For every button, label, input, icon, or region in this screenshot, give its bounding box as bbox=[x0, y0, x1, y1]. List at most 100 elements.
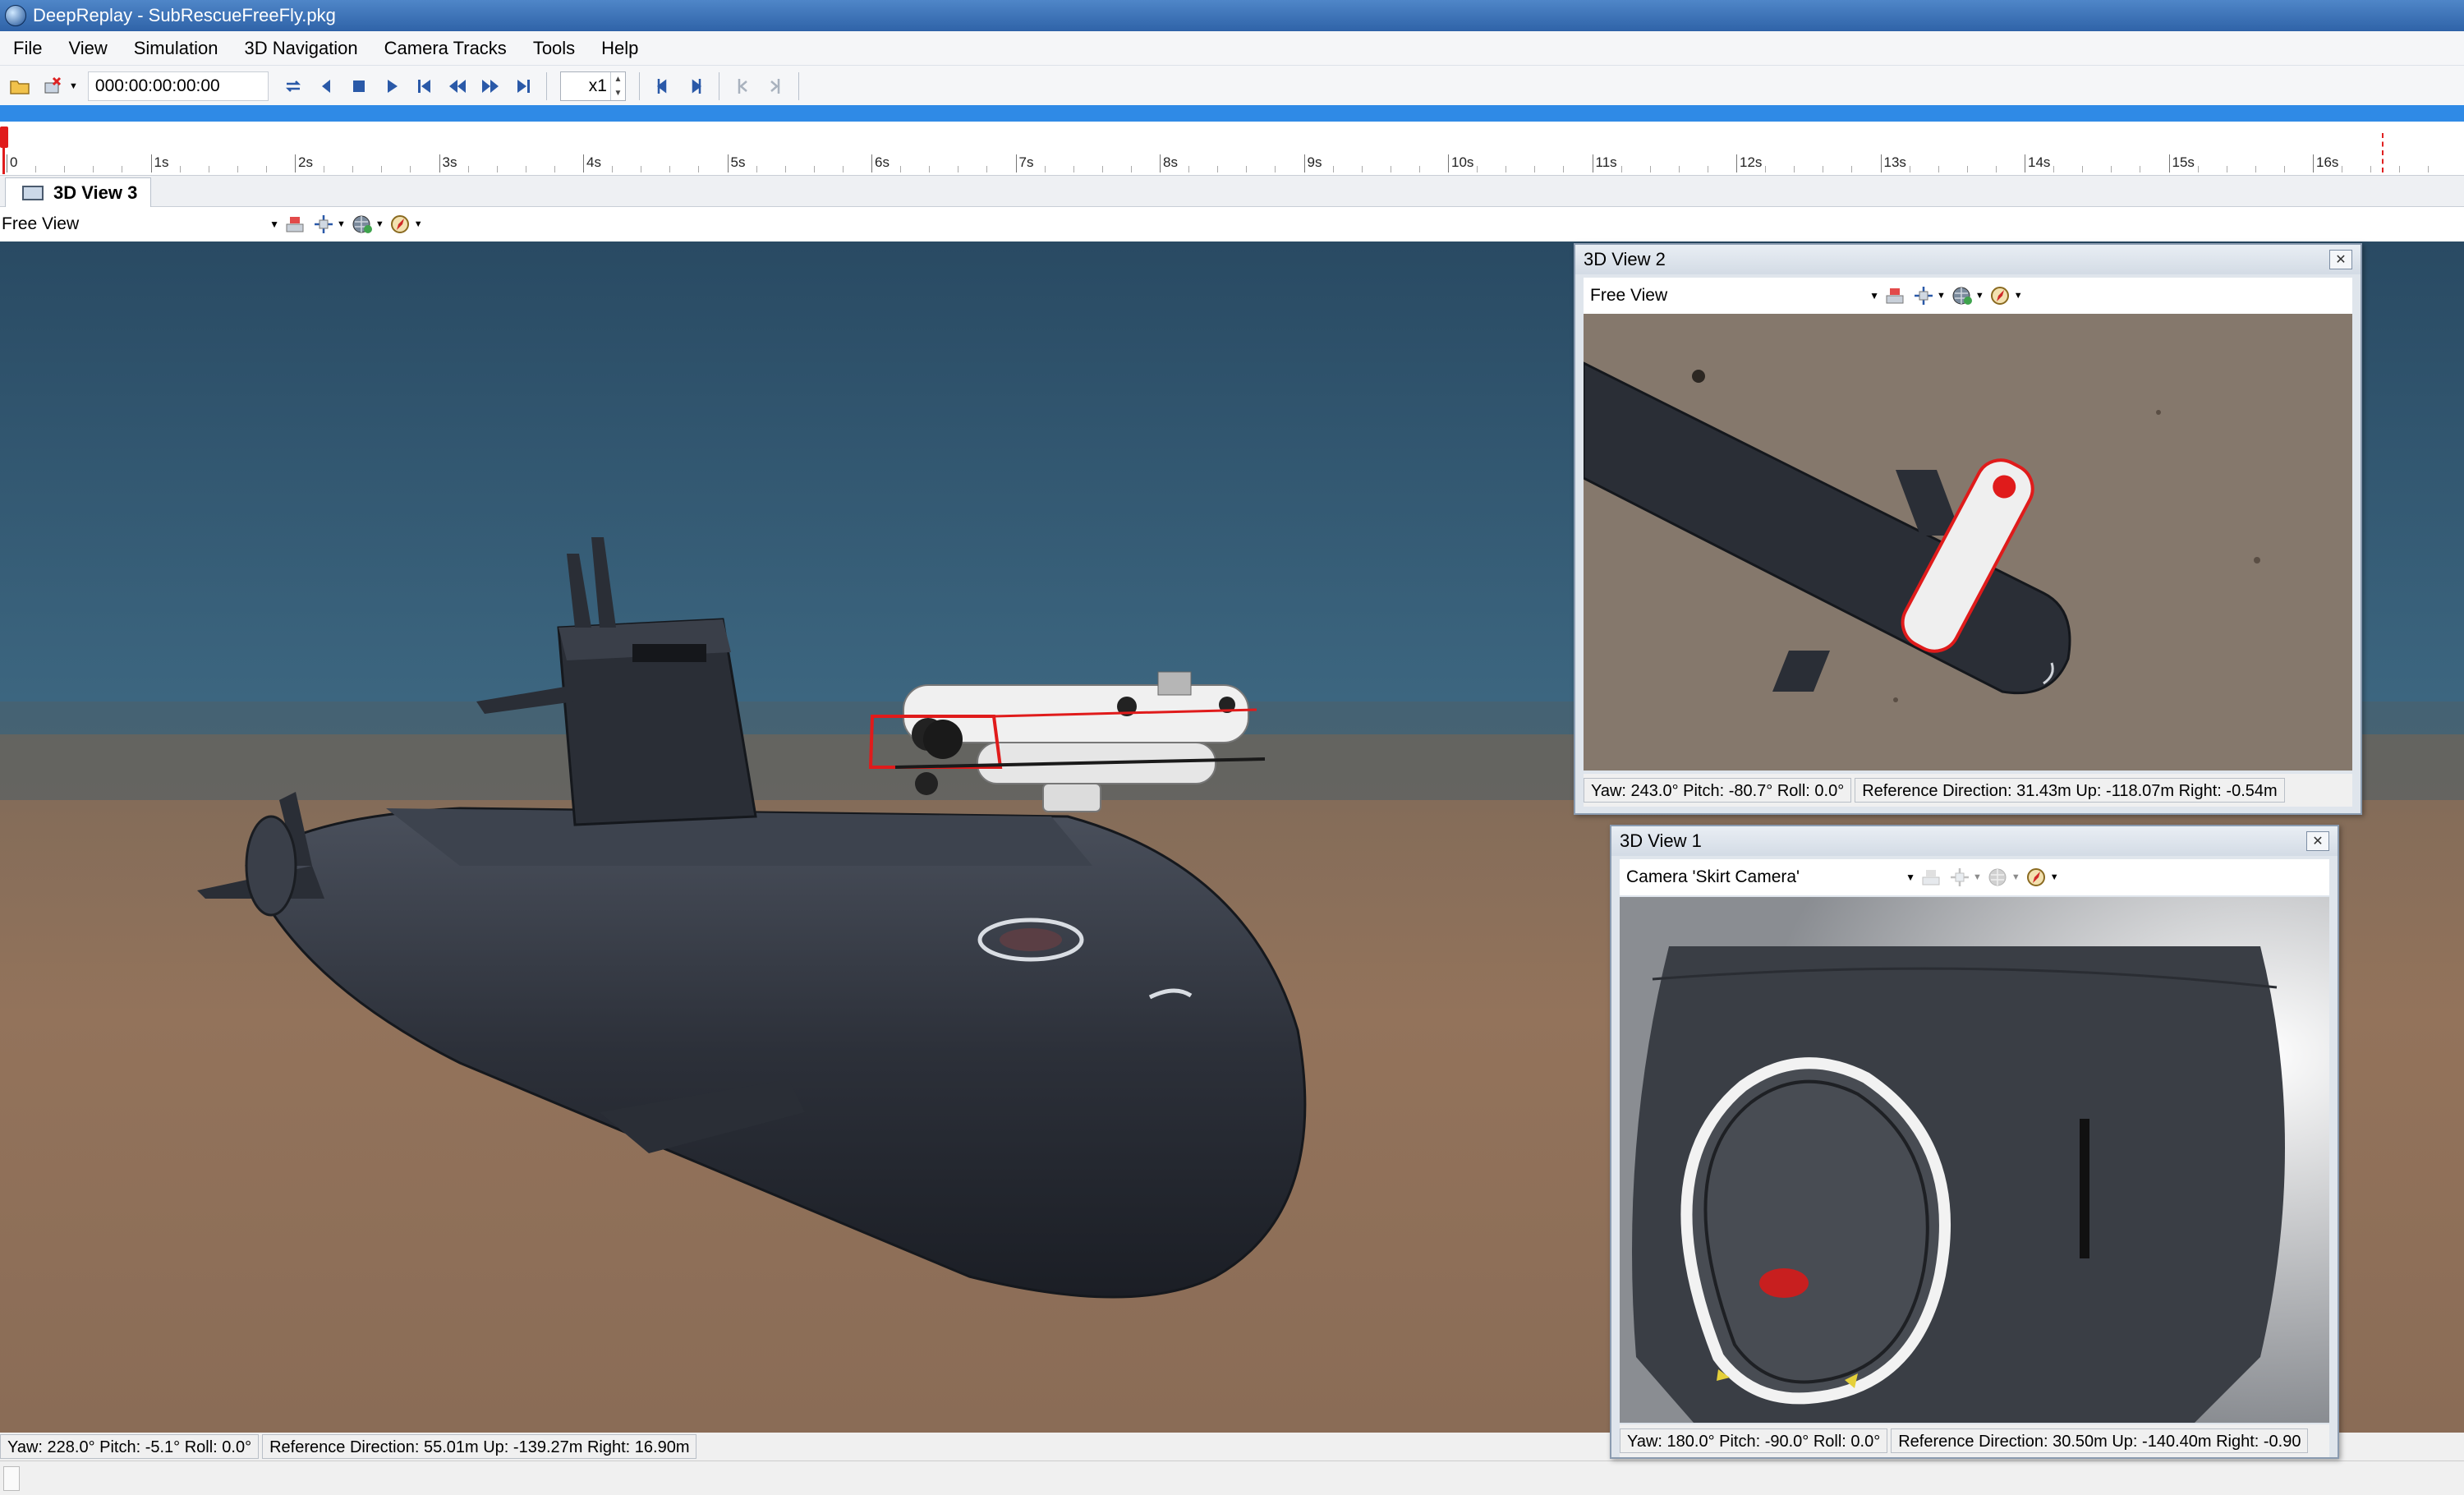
loop-icon[interactable] bbox=[279, 72, 307, 100]
globe-tool[interactable]: ▼ bbox=[1951, 285, 1984, 306]
timeline-tick-label: 8s bbox=[1163, 154, 1178, 170]
move-tool[interactable]: ▼ bbox=[312, 214, 346, 235]
next-mark-icon[interactable] bbox=[761, 72, 789, 100]
stop-icon[interactable] bbox=[345, 72, 373, 100]
spin-down-icon[interactable]: ▼ bbox=[611, 86, 625, 100]
view3-position-readout: Reference Direction: 55.01m Up: -139.27m… bbox=[262, 1434, 697, 1459]
timeline-tick-label: 0 bbox=[10, 154, 18, 170]
timecode-field[interactable]: 000:00:00:00:00 bbox=[87, 71, 269, 101]
timeline-minor-tick bbox=[381, 166, 383, 172]
close-icon[interactable]: ✕ bbox=[2329, 250, 2352, 269]
view1-status-bar: Yaw: 180.0° Pitch: -90.0° Roll: 0.0° Ref… bbox=[1620, 1424, 2329, 1457]
menu-file[interactable]: File bbox=[0, 31, 55, 66]
title-bar: DeepReplay - SubRescueFreeFly.pkg bbox=[0, 0, 2464, 31]
step-back-icon[interactable] bbox=[312, 72, 340, 100]
close-file-icon[interactable] bbox=[39, 72, 67, 100]
timeline-minor-tick bbox=[1620, 166, 1622, 172]
mark-out-icon[interactable] bbox=[682, 72, 710, 100]
timeline-minor-tick bbox=[2428, 166, 2430, 172]
timeline-tick-label: 3s bbox=[442, 154, 457, 170]
menu-camera-tracks[interactable]: Camera Tracks bbox=[371, 31, 520, 66]
prev-mark-icon[interactable] bbox=[729, 72, 756, 100]
timeline-minor-tick bbox=[496, 166, 498, 172]
close-icon[interactable]: ✕ bbox=[2306, 831, 2329, 851]
globe-tool[interactable]: ▼ bbox=[351, 214, 384, 235]
move-tool[interactable]: ▼ bbox=[1912, 285, 1946, 306]
timeline-minor-tick bbox=[1246, 166, 1248, 172]
timeline-minor-tick bbox=[64, 166, 66, 172]
view2-toolbar: Free View ▼ ▼ ▼ ▼ bbox=[1584, 278, 2352, 314]
timeline-tick-label: 9s bbox=[1307, 154, 1322, 170]
view2-camera-select[interactable]: Free View ▼ bbox=[1584, 286, 1879, 306]
toolbar-separator bbox=[798, 71, 799, 100]
menu-3d-navigation[interactable]: 3D Navigation bbox=[231, 31, 370, 66]
mark-in-icon[interactable] bbox=[649, 72, 677, 100]
floating-window-3d-view-1[interactable]: 3D View 1 ✕ Camera 'Skirt Camera' ▼ ▼ ▼ … bbox=[1610, 825, 2339, 1459]
3d-viewport-1[interactable] bbox=[1620, 897, 2329, 1423]
tab-3d-view-3[interactable]: 3D View 3 bbox=[5, 177, 151, 207]
speed-value: x1 bbox=[588, 76, 607, 95]
select-tool[interactable] bbox=[284, 214, 307, 235]
move-tool-disabled[interactable]: ▼ bbox=[1948, 867, 1982, 888]
timeline-minor-tick bbox=[1995, 166, 1997, 172]
timeline-tick-label: 16s bbox=[2316, 154, 2339, 170]
timeline-minor-tick bbox=[2399, 166, 2401, 172]
compass-tool[interactable]: ▼ bbox=[389, 214, 423, 235]
floating-window-3d-view-2[interactable]: 3D View 2 ✕ Free View ▼ ▼ ▼ ▼ Yaw: 243.0… bbox=[1574, 243, 2362, 815]
playback-progress-bar[interactable] bbox=[0, 105, 2464, 122]
timeline-minor-tick bbox=[2053, 166, 2055, 172]
speed-spin[interactable]: ▲ ▼ bbox=[609, 71, 625, 100]
view1-position-readout: Reference Direction: 30.50m Up: -140.40m… bbox=[1891, 1428, 2309, 1453]
select-tool[interactable] bbox=[1884, 285, 1907, 306]
timeline-minor-tick bbox=[237, 166, 238, 172]
rewind-icon[interactable] bbox=[444, 72, 471, 100]
compass-tool[interactable]: ▼ bbox=[2025, 867, 2059, 888]
timeline-minor-tick bbox=[2283, 166, 2285, 172]
view3-orientation-readout: Yaw: 228.0° Pitch: -5.1° Roll: 0.0° bbox=[0, 1434, 260, 1459]
select-tool-disabled[interactable] bbox=[1920, 867, 1943, 888]
timeline-minor-tick bbox=[1966, 166, 1968, 172]
timeline-minor-tick bbox=[612, 166, 614, 172]
timeline-ruler[interactable]: 0 1s 2s 3s 4s 5s 6s 7s 8s 9s 10s 11s 12s 13s 14s 15s 16s bbox=[0, 122, 2464, 176]
menu-tools[interactable]: Tools bbox=[520, 31, 588, 66]
menu-help[interactable]: Help bbox=[588, 31, 651, 66]
close-dropdown-icon[interactable]: ▼ bbox=[69, 81, 78, 91]
timeline-minor-tick bbox=[1044, 166, 1046, 172]
menu-bar: File View Simulation 3D Navigation Camer… bbox=[0, 31, 2464, 66]
play-icon[interactable] bbox=[378, 72, 406, 100]
timeline-minor-tick bbox=[1649, 166, 1651, 172]
view2-camera-value: Free View bbox=[1590, 286, 1668, 305]
compass-tool[interactable]: ▼ bbox=[1989, 285, 2023, 306]
playhead[interactable] bbox=[0, 126, 8, 174]
timeline-end-marker[interactable] bbox=[2382, 133, 2384, 172]
chevron-down-icon: ▼ bbox=[1905, 872, 1915, 883]
fast-forward-icon[interactable] bbox=[476, 72, 504, 100]
timeline-minor-tick bbox=[2255, 166, 2256, 172]
go-end-icon[interactable] bbox=[509, 72, 537, 100]
timeline-minor-tick bbox=[35, 166, 37, 172]
speed-stepper[interactable]: x1 ▲ ▼ bbox=[559, 71, 626, 101]
go-start-icon[interactable] bbox=[411, 72, 439, 100]
timeline-minor-tick bbox=[1217, 166, 1219, 172]
window-title-bar[interactable]: 3D View 2 ✕ bbox=[1575, 245, 2361, 274]
timeline-minor-tick bbox=[179, 166, 181, 172]
open-folder-icon[interactable] bbox=[6, 72, 34, 100]
timeline-minor-tick bbox=[813, 166, 815, 172]
timeline-minor-tick bbox=[784, 166, 786, 172]
menu-view[interactable]: View bbox=[55, 31, 120, 66]
tab-label: 3D View 3 bbox=[53, 182, 138, 203]
view1-camera-select[interactable]: Camera 'Skirt Camera' ▼ bbox=[1620, 867, 1915, 887]
timeline-tick-label: 12s bbox=[1740, 154, 1763, 170]
timeline-tick-label: 4s bbox=[586, 154, 601, 170]
spin-up-icon[interactable]: ▲ bbox=[611, 72, 625, 86]
timeline-minor-tick bbox=[1361, 166, 1363, 172]
view3-camera-select[interactable]: Free View ▼ bbox=[0, 214, 279, 234]
timeline-tick-label: 5s bbox=[730, 154, 746, 170]
timeline-tick-label: 14s bbox=[2028, 154, 2051, 170]
menu-simulation[interactable]: Simulation bbox=[121, 31, 232, 66]
globe-tool-disabled[interactable]: ▼ bbox=[1987, 867, 2020, 888]
title-separator: - bbox=[132, 5, 149, 25]
3d-viewport-2[interactable] bbox=[1584, 314, 2352, 770]
window-title-bar[interactable]: 3D View 1 ✕ bbox=[1611, 826, 2338, 856]
timeline-minor-tick bbox=[1678, 166, 1680, 172]
